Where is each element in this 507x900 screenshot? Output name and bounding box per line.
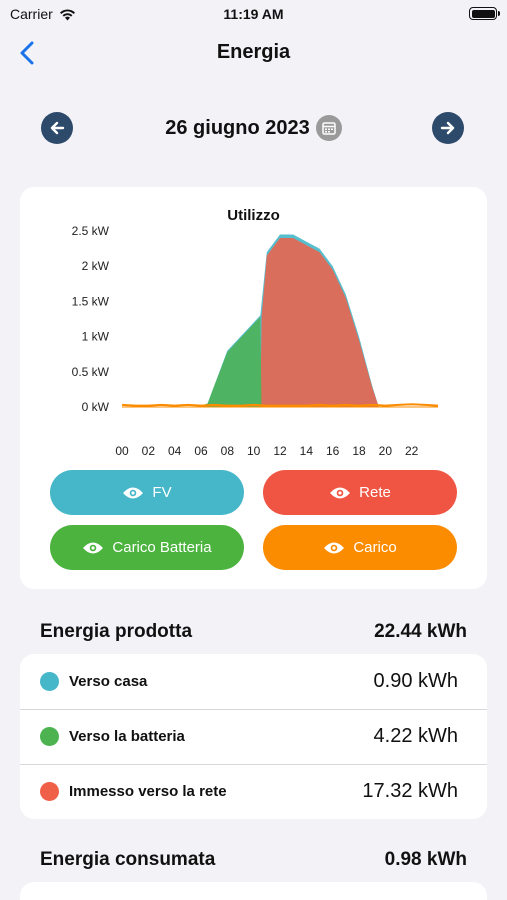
row-value: 4.22 kWh <box>373 725 458 747</box>
eye-icon <box>122 486 144 500</box>
y-tick-label: 1.5 kW <box>72 294 110 308</box>
x-tick-label: 12 <box>273 444 287 458</box>
produced-total: 22.44 kWh <box>374 621 467 642</box>
consumed-list <box>20 882 487 900</box>
eye-icon <box>329 486 351 500</box>
x-tick-label: 02 <box>142 444 156 458</box>
produced-title: Energia prodotta <box>40 621 193 642</box>
battery-icon <box>469 7 500 20</box>
toggle-carico-batteria-label: Carico Batteria <box>112 539 212 556</box>
y-tick-label: 2 kW <box>82 259 110 273</box>
color-dot-icon <box>40 782 59 801</box>
produced-list: Verso casa 0.90 kWh Verso la batteria 4.… <box>20 654 487 819</box>
y-tick-label: 0 kW <box>82 400 110 414</box>
next-day-button[interactable] <box>432 112 464 144</box>
row-value: 17.32 kWh <box>362 780 458 802</box>
list-item: Verso la batteria 4.22 kWh <box>20 709 487 764</box>
navigation-bar: Energia <box>0 30 507 76</box>
toggle-rete-button[interactable]: Rete <box>263 470 457 515</box>
toggle-fv-button[interactable]: FV <box>50 470 244 515</box>
x-tick-label: 22 <box>405 444 419 458</box>
y-tick-label: 1 kW <box>82 330 110 344</box>
row-label: Immesso verso la rete <box>69 783 227 800</box>
date-label: 26 giugno 2023 <box>165 116 310 139</box>
row-label: Verso casa <box>69 673 148 690</box>
row-value: 0.90 kWh <box>373 670 458 692</box>
row-label: Verso la batteria <box>69 728 185 745</box>
x-tick-label: 08 <box>221 444 235 458</box>
usage-chart: 2.5 kW 2 kW 1.5 kW 1 kW 0.5 kW 0 kW 00 02 04 06 08… <box>72 224 439 458</box>
eye-icon <box>82 541 104 555</box>
list-item: Verso casa 0.90 kWh <box>20 654 487 709</box>
y-tick-label: 2.5 kW <box>72 224 110 238</box>
x-tick-label: 16 <box>326 444 340 458</box>
y-tick-label: 0.5 kW <box>72 365 110 379</box>
x-tick-label: 20 <box>379 444 393 458</box>
toggle-carico-label: Carico <box>353 539 397 556</box>
eye-icon <box>323 541 345 555</box>
toggle-carico-button[interactable]: Carico <box>263 525 457 570</box>
usage-chart-card: Utilizzo 2.5 kW 2 kW 1.5 kW 1 kW 0.5 kW 0 kW 0… <box>20 187 487 589</box>
consumed-title: Energia consumata <box>40 849 216 870</box>
calendar-icon <box>322 122 336 135</box>
toggle-fv-label: FV <box>152 484 172 501</box>
page-title: Energia <box>216 41 291 63</box>
x-tick-label: 10 <box>247 444 261 458</box>
color-dot-icon <box>40 672 59 691</box>
date-selector: 26 giugno 2023 <box>0 108 507 148</box>
toggle-carico-batteria-button[interactable]: Carico Batteria <box>50 525 244 570</box>
x-tick-label: 04 <box>168 444 182 458</box>
consumed-section-header: Energia consumata 0.98 kWh <box>40 849 467 871</box>
list-item: Immesso verso la rete 17.32 kWh <box>20 764 487 819</box>
produced-section-header: Energia prodotta 22.44 kWh <box>40 621 467 643</box>
arrow-right-icon <box>440 121 455 135</box>
x-tick-label: 14 <box>300 444 314 458</box>
consumed-total: 0.98 kWh <box>384 849 467 870</box>
x-tick-label: 06 <box>194 444 208 458</box>
x-tick-label: 18 <box>352 444 366 458</box>
status-bar: Carrier 11:19 AM <box>0 0 507 30</box>
status-time: 11:19 AM <box>223 6 284 22</box>
x-tick-label: 00 <box>115 444 129 458</box>
color-dot-icon <box>40 727 59 746</box>
toggle-rete-label: Rete <box>359 484 391 501</box>
calendar-button[interactable] <box>315 115 342 141</box>
series-area-rete <box>122 238 438 407</box>
